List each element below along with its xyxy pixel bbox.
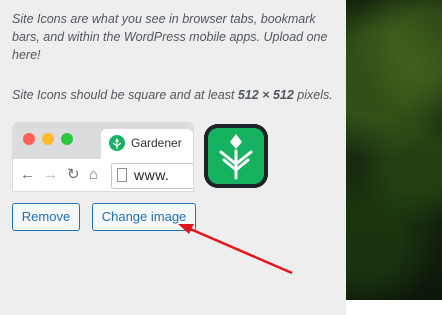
annotation-arrow-icon	[178, 224, 293, 275]
